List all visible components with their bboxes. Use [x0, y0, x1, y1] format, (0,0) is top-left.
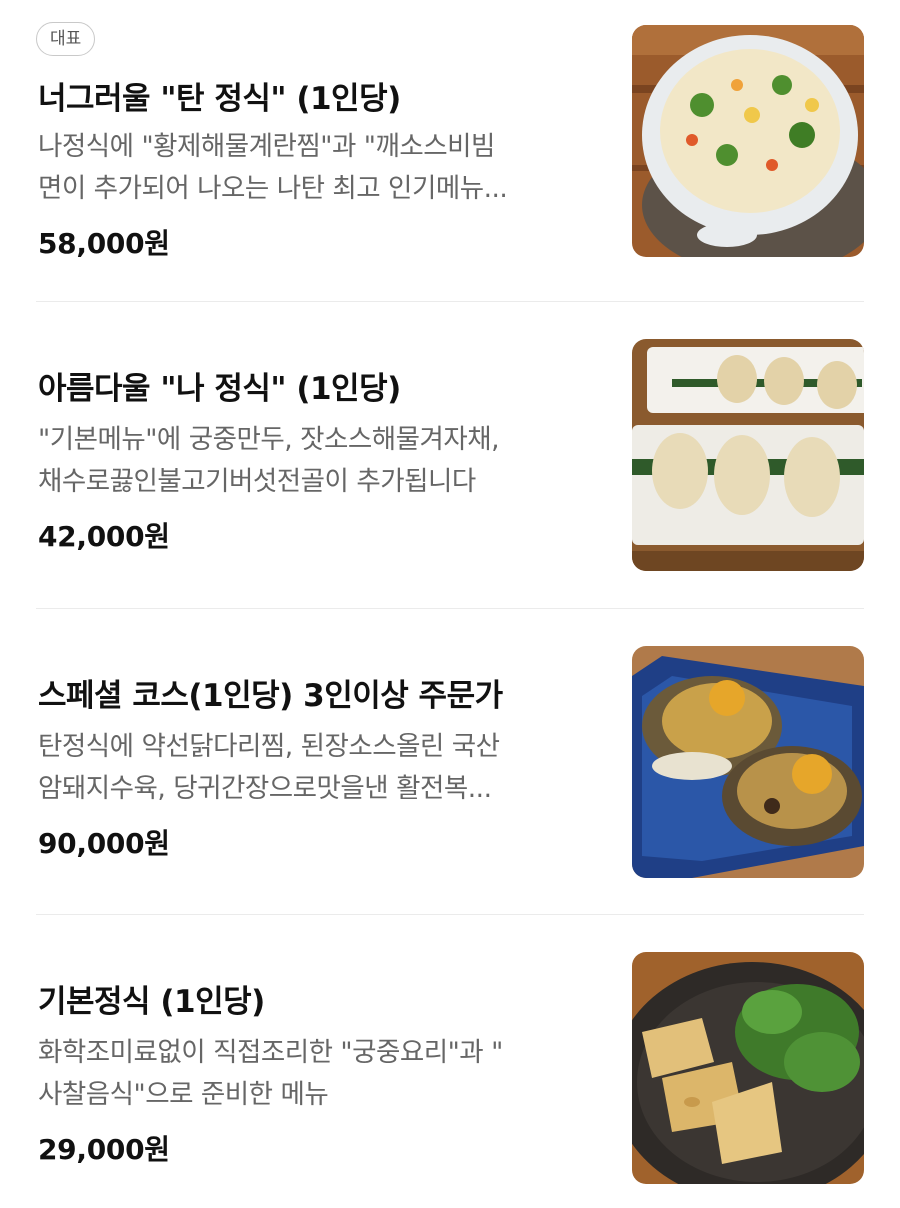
- menu-list: 대표 너그러울 "탄 정식" (1인당) 나정식에 "황제해물계란찜"과 "깨소…: [0, 0, 900, 1208]
- menu-item-text: 스페셜 코스(1인당) 3인이상 주문가 탄정식에 약선닭다리찜, 된장소스올린…: [36, 614, 596, 860]
- dumplings-photo[interactable]: [632, 339, 864, 571]
- menu-item-text: 기본정식 (1인당) 화학조미료없이 직접조리한 "궁중요리"과 " 사찰음식"…: [36, 920, 596, 1166]
- menu-item-price: 29,000원: [38, 1133, 170, 1166]
- menu-item-title: 아름다울 "나 정식" (1인당): [38, 371, 401, 407]
- divider: [36, 914, 864, 915]
- divider: [36, 301, 864, 302]
- menu-item-na-set[interactable]: 아름다울 "나 정식" (1인당) "기본메뉴"에 궁중만두, 잣소스해물겨자채…: [36, 307, 864, 571]
- menu-item-basic-set[interactable]: 기본정식 (1인당) 화학조미료없이 직접조리한 "궁중요리"과 " 사찰음식"…: [36, 920, 864, 1184]
- menu-item-text: 아름다울 "나 정식" (1인당) "기본메뉴"에 궁중만두, 잣소스해물겨자채…: [36, 307, 596, 553]
- menu-item-description: 나정식에 "황제해물계란찜"과 "깨소스비빔 면이 추가되어 나오는 나탄 최고…: [38, 131, 508, 204]
- menu-item-description: 탄정식에 약선닭다리찜, 된장소스올린 국산 암돼지수육, 당귀간장으로맛을낸 …: [38, 731, 500, 804]
- seafood-egg-stew-photo[interactable]: [632, 25, 864, 257]
- menu-item-description: "기본메뉴"에 궁중만두, 잣소스해물겨자채, 채수로끓인불고기버섯전골이 추가…: [38, 424, 500, 497]
- signature-badge: 대표: [36, 22, 96, 56]
- menu-item-text: 대표 너그러울 "탄 정식" (1인당) 나정식에 "황제해물계란찜"과 "깨소…: [36, 0, 596, 260]
- menu-item-price: 90,000원: [38, 827, 170, 860]
- menu-item-title: 너그러울 "탄 정식" (1인당): [38, 81, 401, 117]
- menu-item-title: 기본정식 (1인당): [38, 984, 265, 1020]
- menu-item-description: 화학조미료없이 직접조리한 "궁중요리"과 " 사찰음식"으로 준비한 메뉴: [38, 1037, 503, 1110]
- menu-item-price: 42,000원: [38, 520, 170, 553]
- menu-item-tan-set[interactable]: 대표 너그러울 "탄 정식" (1인당) 나정식에 "황제해물계란찜"과 "깨소…: [36, 0, 864, 260]
- menu-item-special-course[interactable]: 스페셜 코스(1인당) 3인이상 주문가 탄정식에 약선닭다리찜, 된장소스올린…: [36, 614, 864, 878]
- abalone-photo[interactable]: [632, 646, 864, 878]
- divider: [36, 608, 864, 609]
- fried-tofu-salad-photo[interactable]: [632, 952, 864, 1184]
- menu-item-price: 58,000원: [38, 227, 170, 260]
- menu-item-title: 스페셜 코스(1인당) 3인이상 주문가: [38, 678, 503, 714]
